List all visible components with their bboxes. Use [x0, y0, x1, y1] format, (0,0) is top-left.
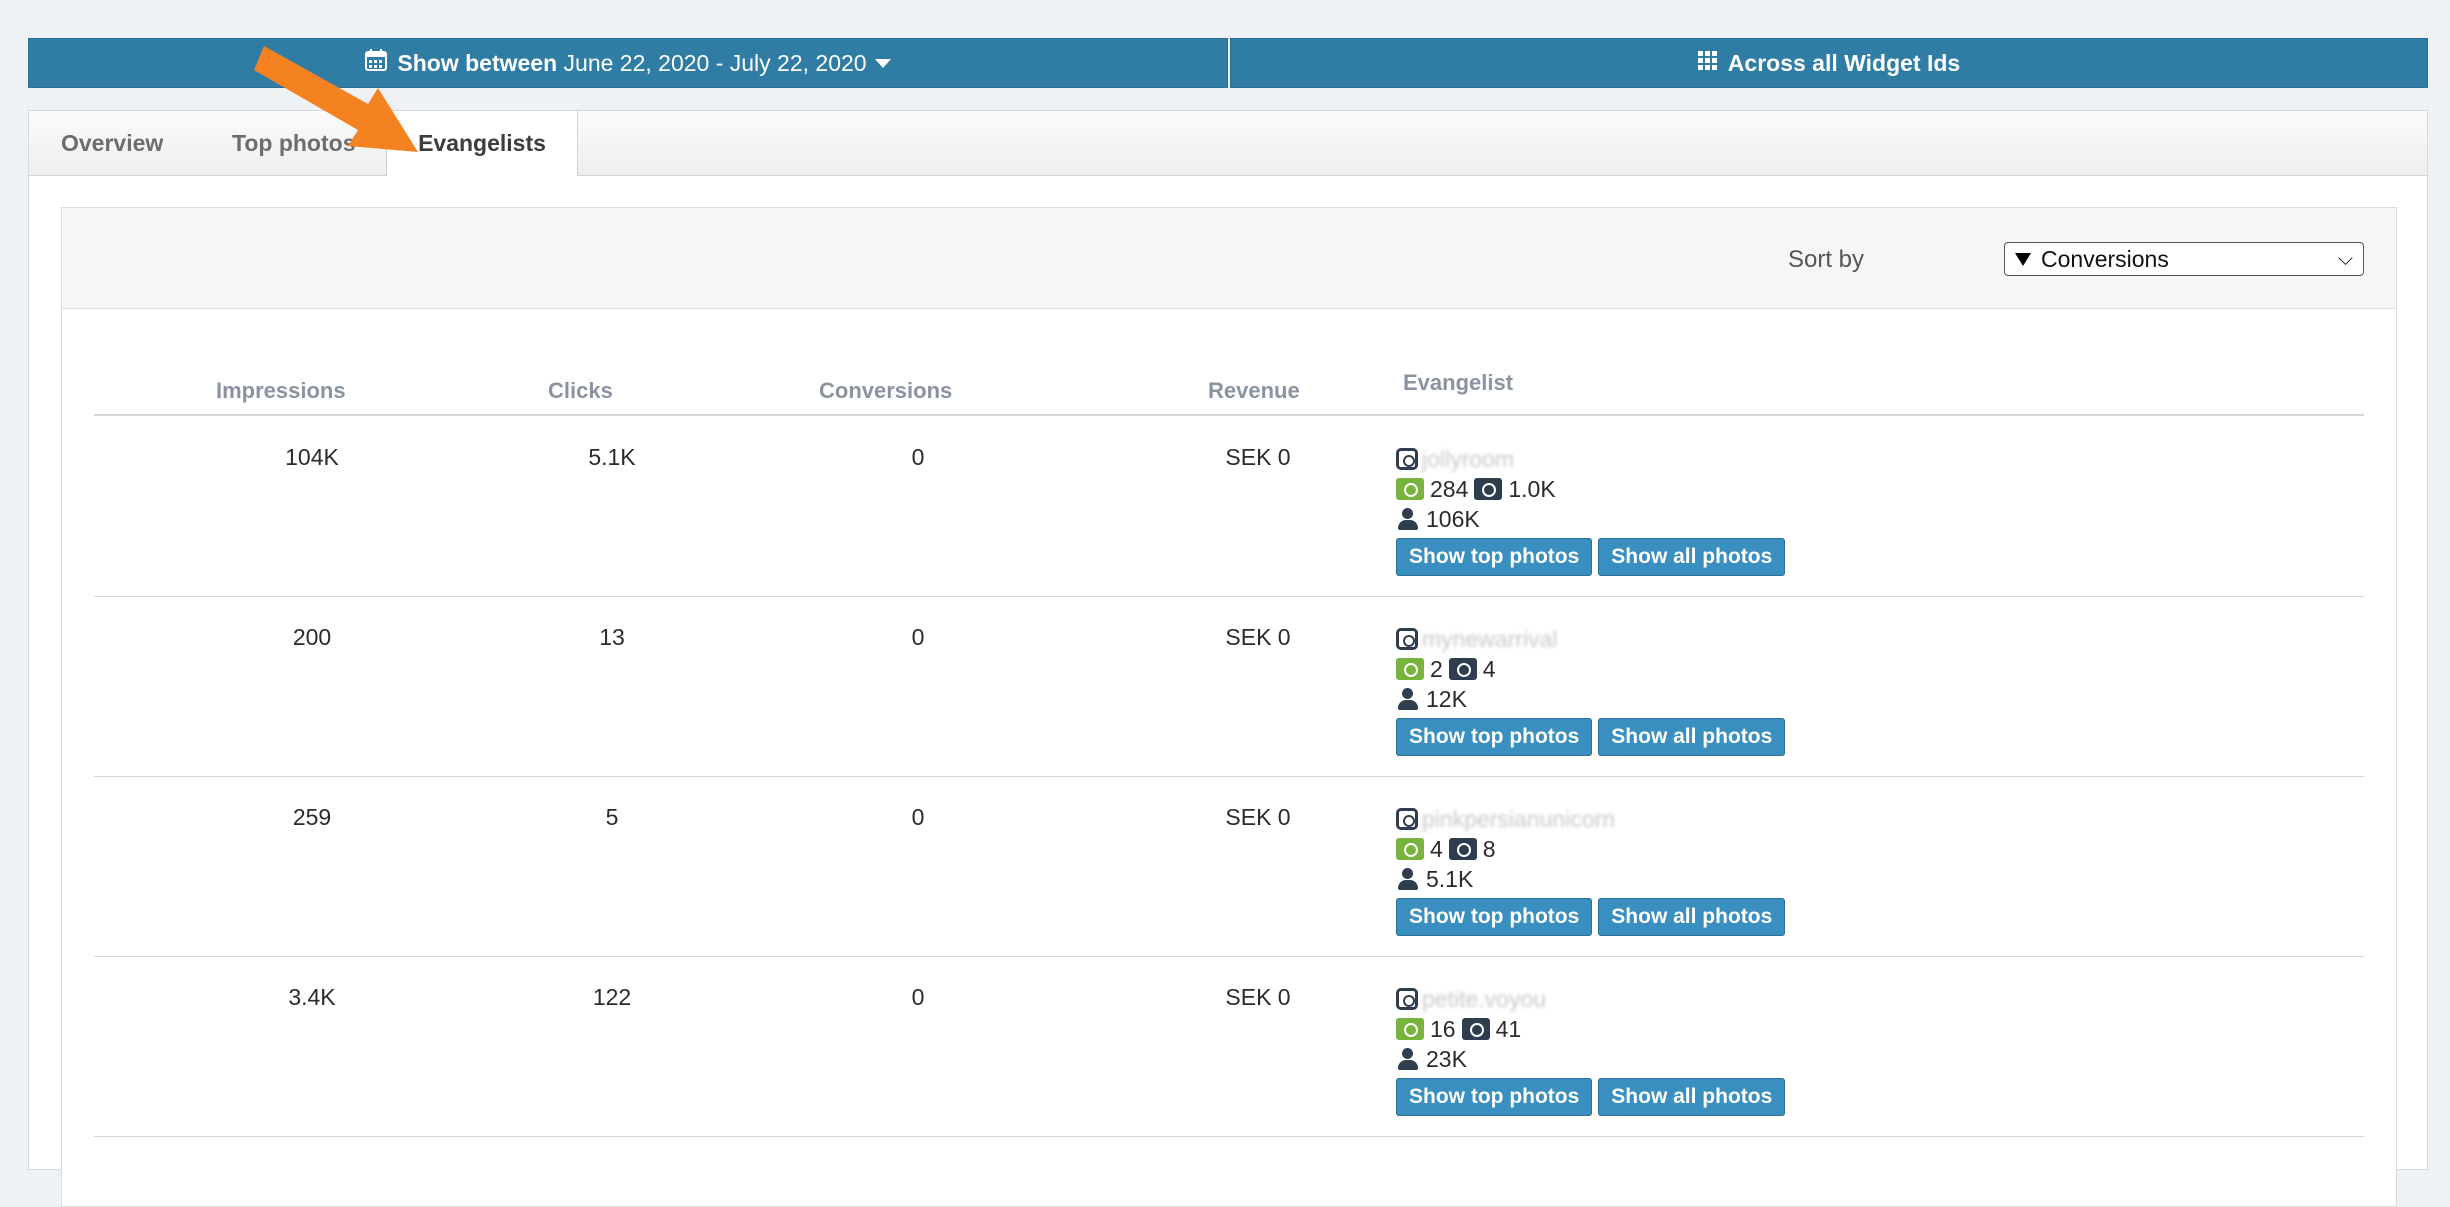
- followers-count: 5.1K: [1426, 865, 1474, 892]
- user-icon: [1396, 1047, 1420, 1071]
- clicks-value: 13: [599, 624, 625, 650]
- camera-icon: [1396, 658, 1424, 680]
- evangelist-cell: pinkpersianunicorn 4 8 5.1K Show top phot…: [1396, 804, 1786, 936]
- evangelist-cell: jollyroom 284 1.0K 106K Show top photos Sh…: [1396, 444, 1786, 576]
- sort-desc-icon: [2015, 252, 2031, 266]
- show-all-photos-button[interactable]: Show all photos: [1598, 718, 1786, 756]
- sort-value: Conversions: [2041, 245, 2169, 272]
- instagram-icon: [1396, 448, 1418, 470]
- revenue-value: SEK 0: [1225, 804, 1291, 830]
- widget-selector[interactable]: Across all Widget Ids: [1230, 38, 2428, 88]
- sort-label: Sort by: [1787, 246, 1864, 273]
- table-row: 200 13 0 SEK 0 mynewarrival 2 4 12K Show …: [94, 596, 2364, 777]
- show-all-photos-button[interactable]: Show all photos: [1598, 898, 1786, 936]
- revenue-value: SEK 0: [1225, 624, 1291, 650]
- show-top-photos-button[interactable]: Show top photos: [1396, 718, 1593, 756]
- impressions-value: 200: [292, 624, 332, 650]
- user-icon: [1396, 687, 1420, 711]
- camera-icon: [1396, 1018, 1424, 1040]
- show-top-photos-button[interactable]: Show top photos: [1396, 1078, 1593, 1116]
- widget-label: Across all Widget Ids: [1727, 49, 1961, 76]
- clicks-value: 122: [592, 984, 632, 1010]
- table-row: 104K 5.1K 0 SEK 0 jollyroom 284 1.0K 106K…: [94, 416, 2364, 597]
- total-photos-count: 4: [1482, 655, 1496, 682]
- revenue-value: SEK 0: [1225, 444, 1291, 470]
- featured-photos-count: 4: [1430, 835, 1443, 862]
- col-evangelist: Evangelist: [1403, 370, 1514, 395]
- conversions-value: 0: [911, 984, 925, 1010]
- show-top-photos-button[interactable]: Show top photos: [1396, 538, 1593, 576]
- sort-toolbar: Sort by Conversions ⌵: [62, 208, 2396, 309]
- evangelists-panel: Sort by Conversions ⌵ Impressions Clicks…: [61, 207, 2397, 1207]
- conversions-value: 0: [911, 804, 925, 830]
- camera-icon: [1448, 658, 1477, 680]
- col-conversions: Conversions: [819, 378, 953, 403]
- camera-icon: [1396, 478, 1424, 500]
- show-all-photos-button[interactable]: Show all photos: [1598, 538, 1786, 576]
- revenue-value: SEK 0: [1225, 984, 1291, 1010]
- date-range-picker[interactable]: Show between June 22, 2020 - July 22, 20…: [28, 38, 1228, 88]
- total-photos-count: 41: [1495, 1015, 1522, 1042]
- conversions-value: 0: [911, 624, 925, 650]
- instagram-icon: [1396, 988, 1418, 1010]
- featured-photos-count: 284: [1430, 475, 1469, 502]
- sort-select[interactable]: Conversions ⌵: [2004, 242, 2364, 276]
- featured-photos-count: 2: [1430, 655, 1443, 682]
- instagram-icon: [1396, 628, 1418, 650]
- followers-count: 23K: [1426, 1045, 1467, 1072]
- camera-icon: [1474, 478, 1503, 500]
- date-range-value: June 22, 2020 - July 22, 2020: [563, 49, 867, 76]
- main-panel: Overview Top photos Evangelists Sort by …: [28, 110, 2428, 1207]
- table-row: 259 5 0 SEK 0 pinkpersianunicorn 4 8 5.1K…: [94, 776, 2364, 957]
- impressions-value: 259: [292, 804, 332, 830]
- user-icon: [1396, 507, 1420, 531]
- camera-icon: [1461, 1018, 1490, 1040]
- table-row: 3.4K 122 0 SEK 0 petite.voyou 16 41 23K S…: [94, 956, 2364, 1137]
- evangelist-handle[interactable]: mynewarrival: [1422, 626, 1557, 653]
- caret-down-icon: [874, 58, 891, 68]
- grid-icon: [1697, 50, 1718, 77]
- impressions-value: 104K: [285, 444, 339, 470]
- featured-photos-count: 16: [1430, 1015, 1456, 1042]
- annotation-arrow-icon: [254, 46, 418, 152]
- user-icon: [1396, 867, 1420, 891]
- col-revenue: Revenue: [1208, 378, 1300, 403]
- camera-icon: [1448, 838, 1477, 860]
- evangelist-cell: mynewarrival 2 4 12K Show top photos Show …: [1396, 624, 1786, 756]
- evangelist-handle[interactable]: jollyroom: [1422, 446, 1514, 473]
- tab-overview[interactable]: Overview: [61, 111, 163, 175]
- total-photos-count: 1.0K: [1508, 475, 1556, 502]
- show-all-photos-button[interactable]: Show all photos: [1598, 1078, 1786, 1116]
- conversions-value: 0: [911, 444, 925, 470]
- total-photos-count: 8: [1482, 835, 1496, 862]
- impressions-value: 3.4K: [288, 984, 336, 1010]
- chevron-down-icon: ⌵: [2337, 247, 2353, 270]
- show-top-photos-button[interactable]: Show top photos: [1396, 898, 1593, 936]
- camera-icon: [1396, 838, 1424, 860]
- evangelist-handle[interactable]: pinkpersianunicorn: [1422, 806, 1615, 833]
- instagram-icon: [1396, 808, 1418, 830]
- followers-count: 12K: [1426, 685, 1467, 712]
- col-impressions: Impressions: [216, 378, 346, 403]
- evangelist-handle[interactable]: petite.voyou: [1422, 986, 1546, 1013]
- col-clicks: Clicks: [548, 378, 613, 403]
- clicks-value: 5: [605, 804, 619, 830]
- clicks-value: 5.1K: [588, 444, 636, 470]
- evangelist-cell: petite.voyou 16 41 23K Show top photos Sho…: [1396, 984, 1786, 1116]
- followers-count: 106K: [1426, 505, 1480, 532]
